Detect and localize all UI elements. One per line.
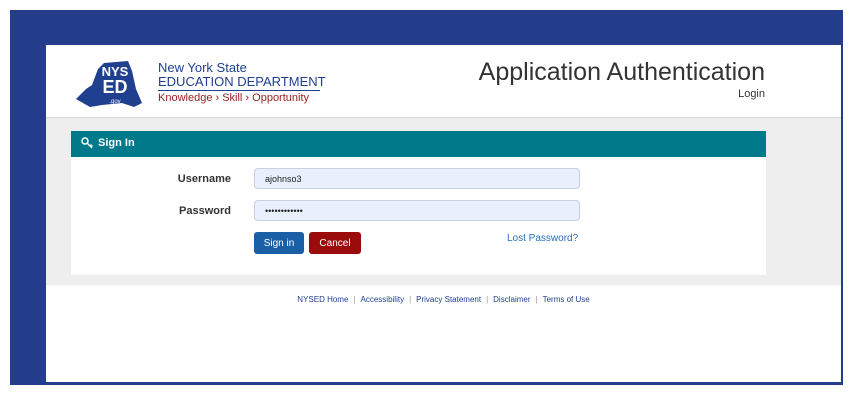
logo-badge-bottom: .gov bbox=[109, 99, 120, 105]
signin-card-header: Sign In bbox=[71, 131, 766, 157]
outer-frame: NYS ED .gov New York State EDUCATION DEP… bbox=[10, 10, 843, 385]
password-label: Password bbox=[179, 205, 231, 217]
password-input[interactable] bbox=[254, 200, 580, 221]
nysed-logo[interactable]: NYS ED .gov New York State EDUCATION DEP… bbox=[72, 59, 332, 109]
footer-separator: | bbox=[486, 295, 489, 304]
footer-link-privacy[interactable]: Privacy Statement bbox=[416, 295, 481, 304]
footer-separator: | bbox=[535, 295, 538, 304]
page-content-area: NYS ED .gov New York State EDUCATION DEP… bbox=[46, 45, 841, 285]
cancel-button[interactable]: Cancel bbox=[309, 232, 361, 254]
footer-link-nysed-home[interactable]: NYSED Home bbox=[297, 295, 348, 304]
page-subtitle: Login bbox=[738, 88, 765, 100]
footer-separator: | bbox=[409, 295, 412, 304]
page: NYS ED .gov New York State EDUCATION DEP… bbox=[46, 45, 841, 382]
signin-card: Sign In Username Password Sign in Cancel… bbox=[71, 131, 766, 275]
username-input[interactable] bbox=[254, 168, 580, 189]
logo-line-department: EDUCATION DEPARTMENT bbox=[158, 74, 326, 89]
footer-link-accessibility[interactable]: Accessibility bbox=[361, 295, 405, 304]
key-icon bbox=[81, 137, 93, 149]
nys-map-logo-icon: NYS ED .gov bbox=[76, 61, 142, 107]
logo-line-state: New York State bbox=[158, 60, 247, 75]
footer-link-disclaimer[interactable]: Disclaimer bbox=[493, 295, 530, 304]
footer-separator: | bbox=[353, 295, 356, 304]
lost-password-link[interactable]: Lost Password? bbox=[507, 233, 578, 244]
page-title: Application Authentication bbox=[478, 58, 765, 86]
signin-button[interactable]: Sign in bbox=[254, 232, 304, 254]
page-header: NYS ED .gov New York State EDUCATION DEP… bbox=[46, 45, 841, 118]
footer-links: NYSED Home | Accessibility | Privacy Stateme… bbox=[46, 295, 841, 304]
signin-title: Sign In bbox=[98, 137, 135, 149]
username-label: Username bbox=[177, 173, 231, 185]
logo-badge-mid: ED bbox=[102, 77, 127, 97]
logo-divider bbox=[158, 90, 320, 91]
footer-link-terms[interactable]: Terms of Use bbox=[543, 295, 590, 304]
logo-tagline: Knowledge › Skill › Opportunity bbox=[158, 92, 310, 104]
